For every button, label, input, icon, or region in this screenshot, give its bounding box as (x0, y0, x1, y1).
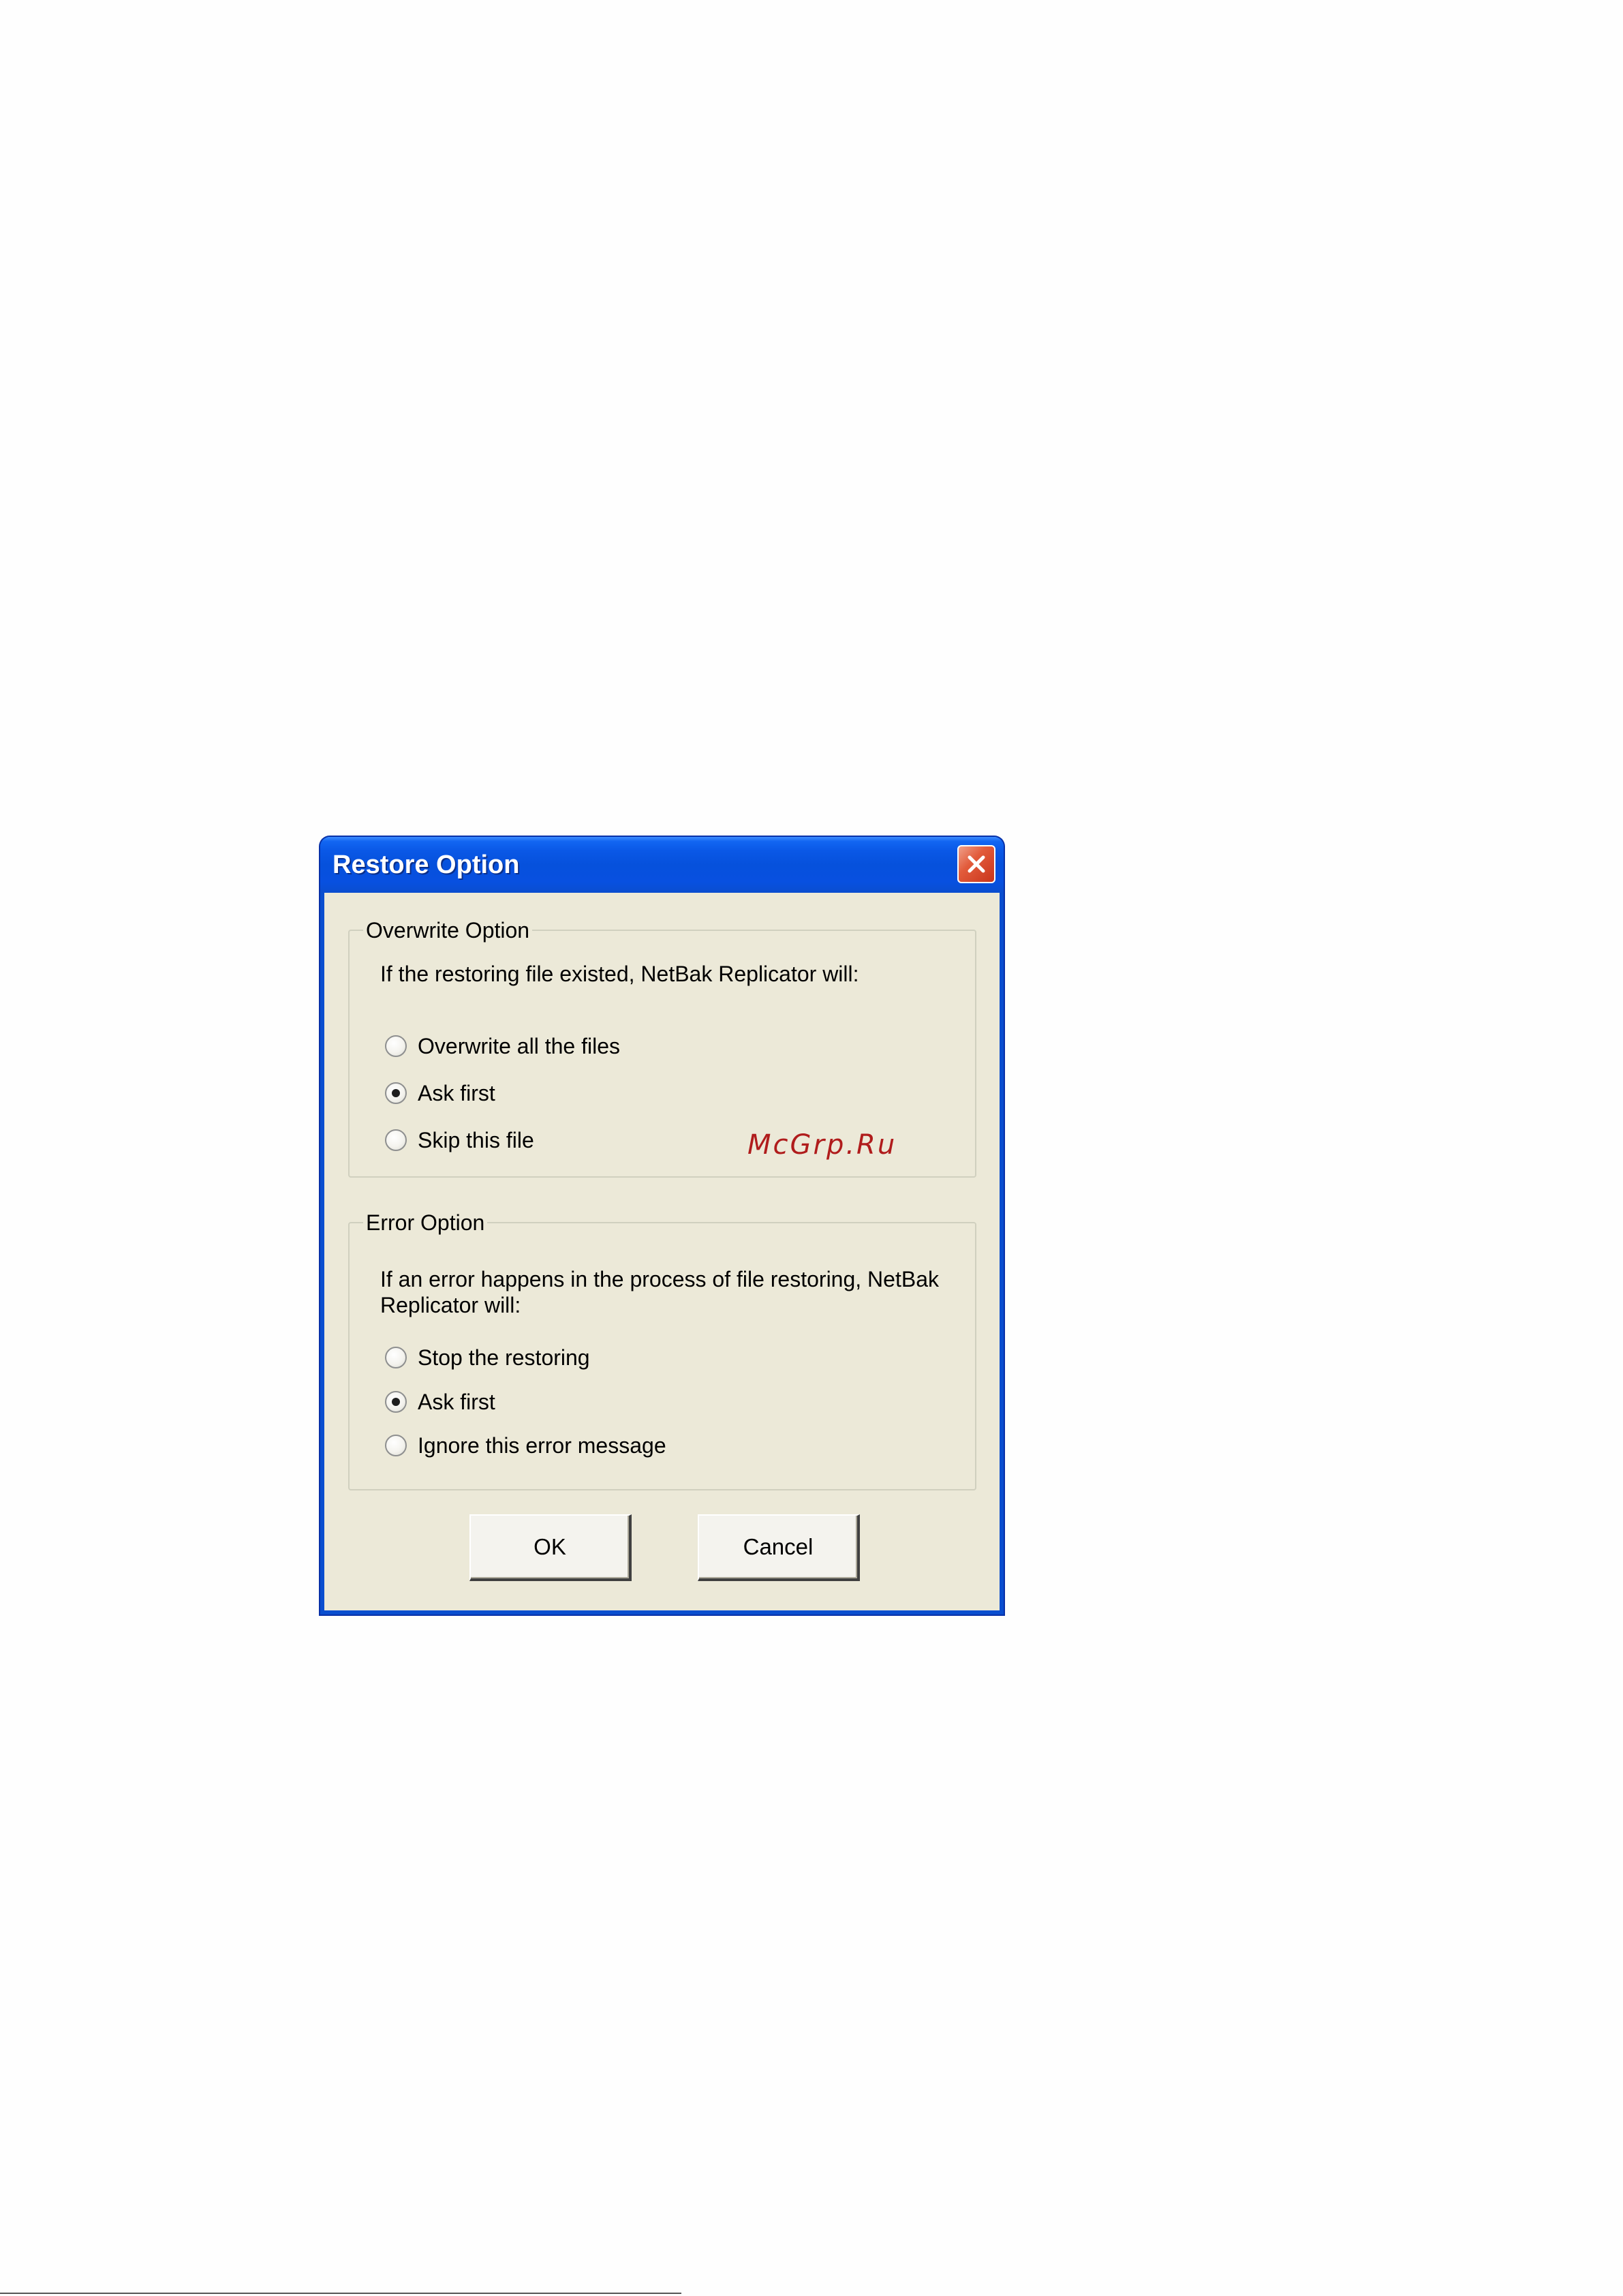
radio-button[interactable] (385, 1129, 407, 1151)
error-option-group: Error Option If an error happens in the … (348, 1210, 976, 1490)
dialog-title: Restore Option (333, 851, 520, 879)
radio-button[interactable] (385, 1435, 407, 1456)
overwrite-option-description: If the restoring file existed, NetBak Re… (380, 962, 859, 986)
title-bar[interactable]: Restore Option (320, 837, 1004, 893)
radio-label: Stop the restoring (418, 1345, 590, 1370)
radio-label: Skip this file (418, 1128, 534, 1152)
radio-button[interactable] (385, 1347, 407, 1368)
error-option-legend: Error Option (363, 1210, 488, 1235)
watermark: McGrp.Ru (747, 1129, 897, 1161)
radio-selected-dot (392, 1398, 400, 1406)
radio-button[interactable] (385, 1082, 407, 1104)
radio-label: Ask first (418, 1390, 495, 1414)
radio-label: Overwrite all the files (418, 1034, 620, 1058)
restore-option-dialog: Restore Option Overwrite Option If the r… (320, 837, 1004, 1614)
overwrite-option-legend: Overwrite Option (363, 918, 533, 943)
close-icon (968, 855, 985, 873)
error-option-description: If an error happens in the process of fi… (380, 1267, 939, 1317)
radio-button[interactable] (385, 1035, 407, 1057)
cancel-button[interactable]: Cancel (698, 1514, 860, 1581)
radio-selected-dot (392, 1089, 400, 1097)
ok-button[interactable]: OK (469, 1514, 632, 1581)
close-button[interactable] (957, 845, 995, 883)
radio-label: Ignore this error message (418, 1433, 666, 1458)
radio-label: Ask first (418, 1081, 495, 1105)
footer-divider (0, 2293, 681, 2294)
radio-button[interactable] (385, 1391, 407, 1413)
